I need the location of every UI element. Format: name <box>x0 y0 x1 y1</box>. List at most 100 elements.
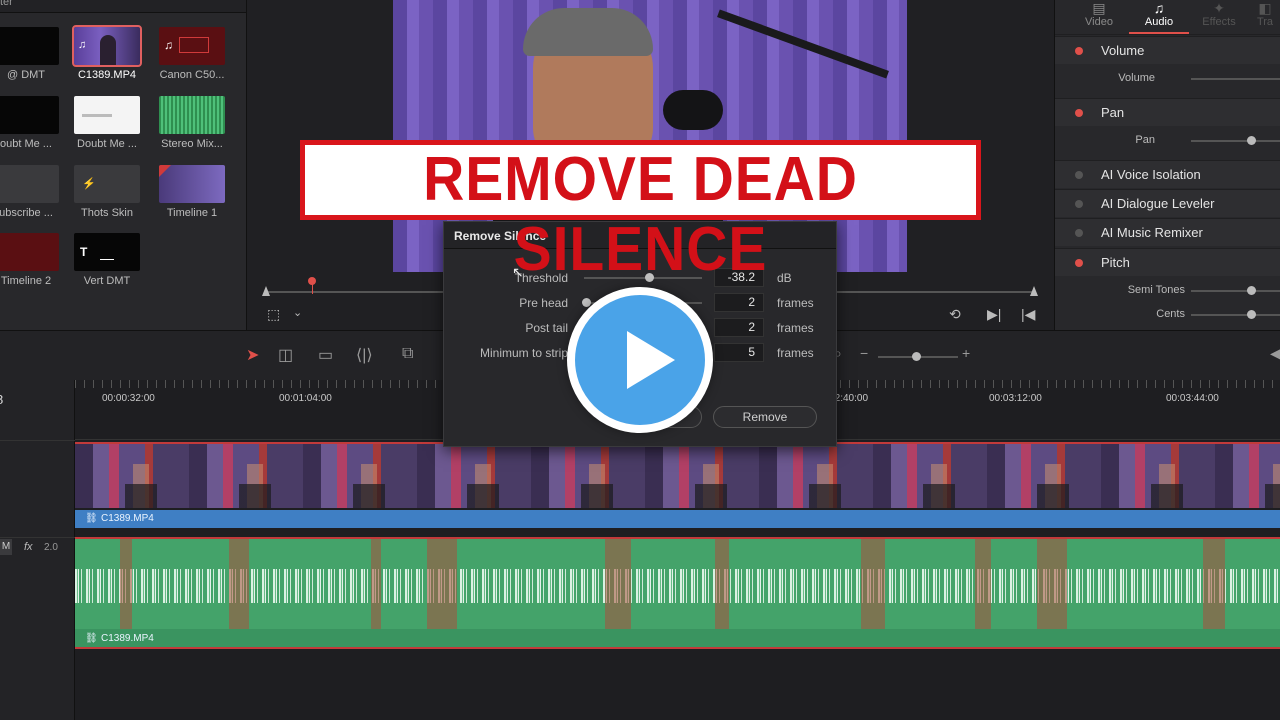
dynamic-trim-icon[interactable]: ⟨|⟩ <box>356 345 373 365</box>
pre-head-input[interactable]: 2 <box>714 293 764 312</box>
clip-label: Timeline 1 <box>166 207 218 219</box>
section-title: Pan <box>1101 105 1125 120</box>
playhead-line <box>312 284 313 294</box>
clip-subscribe[interactable]: ubscribe ... <box>0 165 66 219</box>
go-to-start-icon[interactable]: |◀ <box>1021 306 1035 323</box>
clip-timeline-1[interactable]: Timeline 1 <box>152 165 232 219</box>
speaker-icon[interactable]: ◀ <box>1270 345 1280 362</box>
pan-slider[interactable] <box>1191 140 1280 142</box>
pan-knob[interactable] <box>1247 136 1256 145</box>
cents-knob[interactable] <box>1247 310 1256 319</box>
clip-doubt-me-2[interactable]: Doubt Me ... <box>67 96 147 150</box>
clip-thumbnail <box>74 96 140 134</box>
clip-thots-skin[interactable]: ⚡ Thots Skin <box>67 165 147 219</box>
transition-icon: ◧ <box>1258 0 1272 16</box>
toggle-dot[interactable] <box>1075 171 1083 179</box>
clip-canon[interactable]: ♫ Canon C50... <box>152 27 232 81</box>
post-tail-input[interactable]: 2 <box>714 318 764 337</box>
timecode: 00:03:44:00 <box>1166 393 1219 404</box>
audio-clip-track[interactable] <box>75 537 1280 629</box>
zoom-in-icon[interactable]: + <box>962 345 970 361</box>
play-button[interactable] <box>567 287 713 433</box>
chevron-down-icon[interactable]: ⌄ <box>293 306 302 319</box>
cents-slider[interactable] <box>1191 314 1280 316</box>
clip-thumbnail <box>0 96 59 134</box>
clip-thumbnail: ⚡ <box>74 165 140 203</box>
audio-clip-label-bar[interactable]: ⛓ C1389.MP4 <box>75 629 1280 649</box>
param-label: Cents <box>1156 308 1185 320</box>
tab-transition[interactable]: ◧ Tra <box>1249 0 1280 34</box>
pre-head-label: Pre head <box>519 296 568 310</box>
tab-video[interactable]: ▤ Video <box>1069 0 1129 34</box>
track-level: 2.0 <box>44 542 58 553</box>
toggle-dot[interactable] <box>1075 200 1083 208</box>
param-pan: Pan <box>1055 130 1280 152</box>
timecode: 00:00:32:00 <box>102 393 155 404</box>
section-title: AI Music Remixer <box>1101 225 1203 240</box>
link-icon: ⛓ <box>85 633 98 644</box>
zoom-out-icon[interactable]: − <box>860 345 868 361</box>
section-volume[interactable]: Volume <box>1055 36 1280 64</box>
mute-button[interactable]: M <box>0 539 12 555</box>
loop-icon[interactable]: ⟲ <box>949 306 961 323</box>
post-tail-label: Post tail <box>525 321 568 335</box>
clip-thumbnail <box>0 27 59 65</box>
tab-audio[interactable]: ♫ Audio <box>1129 0 1189 34</box>
out-point-marker[interactable] <box>1030 286 1038 296</box>
music-note-icon: ♫ <box>78 39 87 51</box>
min-strip-input[interactable]: 5 <box>714 343 764 362</box>
volume-slider[interactable] <box>1191 78 1280 80</box>
in-point-marker[interactable] <box>262 286 270 296</box>
clip-stereo-mix[interactable]: Stereo Mix... <box>152 96 232 150</box>
clip-label: oubt Me ... <box>0 138 52 150</box>
effect-icon: ⚡ <box>82 178 96 190</box>
pre-head-unit: frames <box>777 296 814 310</box>
text-icon: T <box>80 245 88 259</box>
tab-effects-label: Effects <box>1202 16 1236 28</box>
clip-thumbnail <box>159 96 225 134</box>
section-pan[interactable]: Pan <box>1055 98 1280 126</box>
clip-thumbnail: ♫ <box>72 25 142 67</box>
tab-video-label: Video <box>1085 16 1113 28</box>
clip-doubt-me-1[interactable]: oubt Me ... <box>0 96 66 150</box>
clip-thumbnail <box>0 233 59 271</box>
semitones-slider[interactable] <box>1191 290 1280 292</box>
section-voice-isolation[interactable]: AI Voice Isolation <box>1055 160 1280 188</box>
tab-effects[interactable]: ✦ Effects <box>1189 0 1249 34</box>
trim-tool-icon[interactable]: ◫ <box>278 345 293 365</box>
clip-label: Stereo Mix... <box>161 138 223 150</box>
section-title: AI Dialogue Leveler <box>1101 196 1215 211</box>
link-icon: ⛓ <box>85 513 98 524</box>
title-banner: REMOVE DEAD SILENCE <box>300 140 981 284</box>
blade-tool-icon[interactable]: ▭ <box>318 345 333 365</box>
clip-c1389[interactable]: ♫ C1389.MP4 <box>67 25 147 81</box>
toggle-dot[interactable] <box>1075 109 1083 117</box>
clip-vert-dmt[interactable]: T Vert DMT <box>67 233 147 287</box>
section-dialogue-leveler[interactable]: AI Dialogue Leveler <box>1055 189 1280 217</box>
section-title: Pitch <box>1101 255 1130 270</box>
clip-label: ubscribe ... <box>0 207 53 219</box>
zoom-knob[interactable] <box>912 352 921 361</box>
selection-pointer-icon[interactable]: ➤ <box>246 345 259 365</box>
clip-dmt[interactable]: @ DMT <box>0 27 66 81</box>
param-label: Pan <box>1135 134 1155 146</box>
film-icon: ▤ <box>1092 0 1106 16</box>
remove-button[interactable]: Remove <box>713 406 817 428</box>
clip-timeline-2[interactable]: Timeline 2 <box>0 233 66 287</box>
video-clip-label-bar[interactable]: ⛓ C1389.MP4 <box>75 510 1280 528</box>
fx-button[interactable]: fx <box>24 541 33 553</box>
video-clip-track[interactable] <box>75 442 1280 508</box>
semitones-knob[interactable] <box>1247 286 1256 295</box>
section-pitch[interactable]: Pitch <box>1055 248 1280 276</box>
toggle-dot[interactable] <box>1075 259 1083 267</box>
param-label: Volume <box>1118 72 1155 84</box>
param-cents: Cents <box>1055 304 1280 326</box>
timecode: 00:03:12:00 <box>989 393 1042 404</box>
toggle-dot[interactable] <box>1075 47 1083 55</box>
clip-label: Vert DMT <box>83 275 131 287</box>
next-frame-icon[interactable]: ▶| <box>987 306 1001 323</box>
section-music-remixer[interactable]: AI Music Remixer <box>1055 218 1280 246</box>
insert-clip-icon[interactable]: ⧉ <box>402 345 413 363</box>
toggle-dot[interactable] <box>1075 229 1083 237</box>
transform-icon[interactable]: ⬚ <box>267 306 280 323</box>
